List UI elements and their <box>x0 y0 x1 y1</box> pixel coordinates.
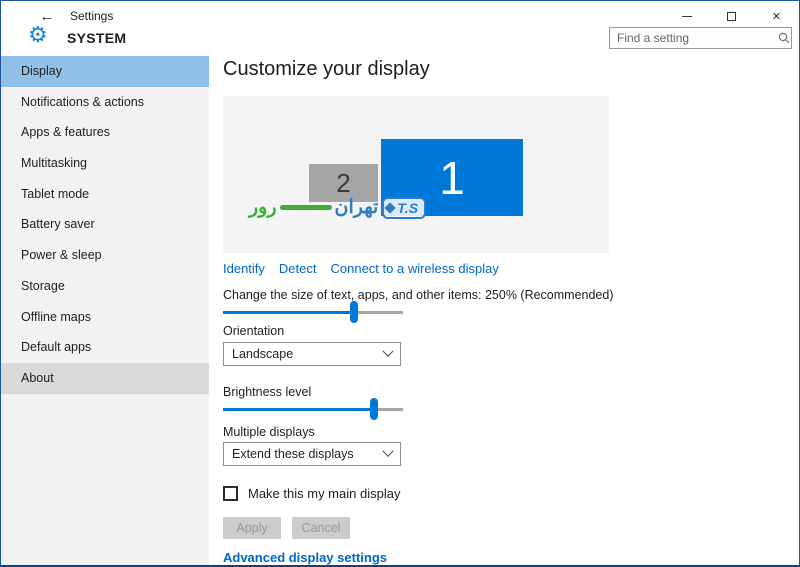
scale-slider-thumb[interactable] <box>350 301 359 323</box>
watermark-blue-text: تهران <box>334 197 379 218</box>
maximize-icon <box>727 11 736 21</box>
sidebar-item-tablet-mode[interactable]: Tablet mode <box>1 179 209 210</box>
monitor-1-number: 1 <box>439 151 465 204</box>
connect-wireless-display-link[interactable]: Connect to a wireless display <box>331 261 499 276</box>
main-display-checkbox-row[interactable]: Make this my main display <box>223 486 400 501</box>
window-title: Settings <box>70 9 114 23</box>
settings-gear-icon: ⚙ <box>28 22 48 47</box>
identify-link[interactable]: Identify <box>223 261 265 276</box>
page-heading: Customize your display <box>223 58 430 80</box>
main-display-checkbox-label: Make this my main display <box>248 486 401 501</box>
sidebar-item-display[interactable]: Display <box>1 56 209 87</box>
detect-link[interactable]: Detect <box>279 261 317 276</box>
advanced-display-settings-link[interactable]: Advanced display settings <box>223 550 387 565</box>
scale-slider-track[interactable] <box>223 311 403 314</box>
orientation-dropdown[interactable]: Landscape <box>223 342 401 366</box>
close-icon: ✕ <box>771 10 782 23</box>
scale-slider[interactable] <box>223 301 403 323</box>
sidebar-item-storage[interactable]: Storage <box>1 271 209 302</box>
orientation-value: Landscape <box>232 347 294 361</box>
search-box[interactable] <box>609 27 792 49</box>
watermark-green-text: رور <box>249 197 277 218</box>
sidebar-item-default-apps[interactable]: Default apps <box>1 332 209 363</box>
minimize-icon <box>681 15 692 17</box>
multiple-displays-dropdown[interactable]: Extend these displays <box>223 442 401 466</box>
sidebar-item-battery-saver[interactable]: Battery saver <box>1 209 209 240</box>
sidebar: Display Notifications & actions Apps & f… <box>1 56 209 565</box>
page-title: SYSTEM <box>67 30 127 46</box>
apply-button[interactable]: Apply <box>223 517 281 539</box>
watermark-ts-text: T.S <box>397 199 419 216</box>
search-icon[interactable] <box>776 32 791 44</box>
display-action-links: Identify Detect Connect to a wireless di… <box>223 261 499 276</box>
display-preview-panel: 2 1 رور تهران T.S <box>223 96 609 253</box>
sidebar-item-notifications[interactable]: Notifications & actions <box>1 87 209 118</box>
brightness-slider-thumb[interactable] <box>370 398 379 420</box>
search-input[interactable] <box>610 31 776 45</box>
watermark-ts-badge: T.S <box>382 196 427 219</box>
chevron-down-icon <box>382 345 394 357</box>
orientation-label: Orientation <box>223 324 285 338</box>
sidebar-item-power-sleep[interactable]: Power & sleep <box>1 240 209 271</box>
chevron-down-icon <box>382 445 394 457</box>
multiple-displays-value: Extend these displays <box>232 447 354 461</box>
watermark-green-bar <box>279 205 332 210</box>
watermark-diamond-icon <box>384 201 396 214</box>
watermark-logo: رور تهران T.S <box>249 196 427 219</box>
brightness-label: Brightness level <box>223 385 312 399</box>
scale-slider-label: Change the size of text, apps, and other… <box>223 288 614 302</box>
monitor-2-number: 2 <box>336 167 351 198</box>
settings-window: ← Settings ✕ ⚙ SYSTEM Display Notificati… <box>0 0 800 567</box>
sidebar-item-multitasking[interactable]: Multitasking <box>1 148 209 179</box>
cancel-button[interactable]: Cancel <box>292 517 350 539</box>
action-buttons: Apply Cancel <box>223 517 350 539</box>
brightness-slider[interactable] <box>223 398 403 420</box>
sidebar-item-about[interactable]: About <box>1 362 209 394</box>
sidebar-item-offline-maps[interactable]: Offline maps <box>1 302 209 333</box>
main-display-checkbox[interactable] <box>223 486 238 501</box>
sidebar-item-apps-features[interactable]: Apps & features <box>1 117 209 148</box>
multiple-displays-label: Multiple displays <box>223 425 315 439</box>
